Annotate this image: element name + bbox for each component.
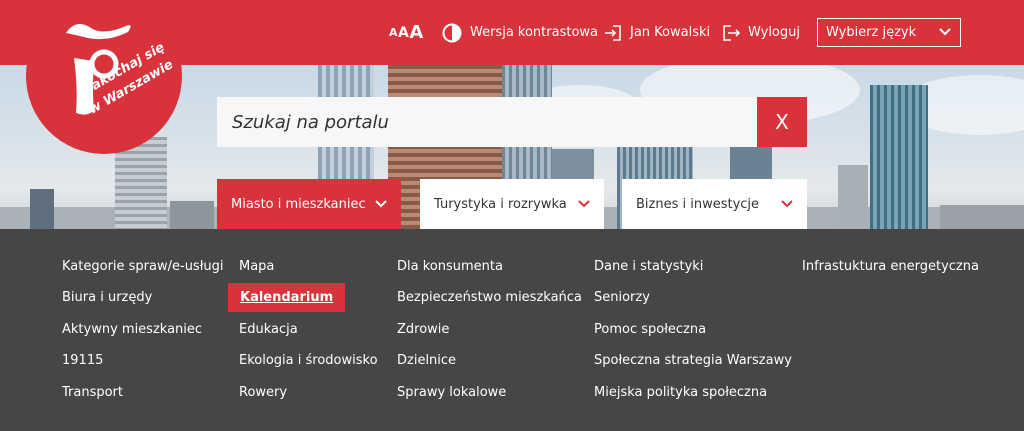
- close-label: X: [775, 110, 789, 134]
- menu-item[interactable]: 19115: [62, 353, 103, 368]
- menu-item[interactable]: Edukacja: [239, 322, 298, 337]
- language-select-label: Wybierz język: [826, 25, 917, 40]
- language-select[interactable]: Wybierz język: [817, 18, 961, 47]
- zakochaj-sie-logo-icon: zakochaj się w Warszawie: [66, 24, 176, 117]
- chevron-down-icon: [939, 25, 951, 40]
- login-icon: [604, 24, 622, 42]
- tab-label: Turystyka i rozrywka: [434, 196, 567, 212]
- logout-icon: [722, 24, 740, 42]
- menu-item[interactable]: Zdrowie: [397, 322, 449, 337]
- contrast-icon: [442, 23, 462, 43]
- search-close-button[interactable]: X: [757, 97, 807, 147]
- menu-item[interactable]: Rowery: [239, 385, 287, 400]
- menu-item[interactable]: Kategorie spraw/e-usługi: [62, 259, 224, 274]
- menu-item[interactable]: Dane i statystyki: [594, 259, 703, 274]
- menu-item[interactable]: Ekologia i środowisko: [239, 353, 378, 368]
- menu-item[interactable]: Mapa: [239, 259, 274, 274]
- menu-item[interactable]: Dzielnice: [397, 353, 456, 368]
- menu-item[interactable]: Społeczna strategia Warszawy: [594, 353, 792, 368]
- logout-label: Wyloguj: [748, 25, 800, 40]
- menu-item[interactable]: Pomoc społeczna: [594, 322, 706, 337]
- tab-turystyka-i-rozrywka[interactable]: Turystyka i rozrywka: [420, 179, 604, 229]
- chevron-down-icon: [781, 197, 793, 212]
- tab-biznes-i-inwestycje[interactable]: Biznes i inwestycje: [622, 179, 807, 229]
- menu-item-active[interactable]: Kalendarium: [228, 283, 346, 312]
- search-input[interactable]: Szukaj na portalu: [217, 97, 757, 147]
- search-placeholder: Szukaj na portalu: [232, 111, 389, 133]
- menu-item[interactable]: Aktywny mieszkaniec: [62, 322, 202, 337]
- tab-label: Biznes i inwestycje: [636, 196, 760, 212]
- user-name: Jan Kowalski: [630, 25, 711, 40]
- chevron-down-icon: [578, 197, 590, 212]
- menu-item[interactable]: Seniorzy: [594, 290, 650, 305]
- tab-miasto-i-mieszkaniec[interactable]: Miasto i mieszkaniec: [217, 179, 401, 229]
- menu-item[interactable]: Miejska polityka społeczna: [594, 385, 767, 400]
- menu-item[interactable]: Biura i urzędy: [62, 290, 152, 305]
- menu-item[interactable]: Infrastuktura energetyczna: [802, 259, 979, 274]
- city-logo[interactable]: zakochaj się w Warszawie: [26, 0, 182, 154]
- menu-item[interactable]: Transport: [62, 385, 123, 400]
- menu-item[interactable]: Sprawy lokalowe: [397, 385, 506, 400]
- contrast-label: Wersja kontrastowa: [470, 25, 599, 40]
- menu-item[interactable]: Bezpieczeństwo mieszkańca: [397, 290, 582, 305]
- mega-menu: Kategorie spraw/e-usługi Biura i urzędy …: [0, 229, 1024, 431]
- contrast-toggle[interactable]: Wersja kontrastowa: [442, 0, 598, 65]
- menu-item[interactable]: Dla konsumenta: [397, 259, 503, 274]
- chevron-down-icon: [375, 197, 387, 212]
- tab-label: Miasto i mieszkaniec: [231, 196, 366, 212]
- logout-link[interactable]: Wyloguj: [722, 0, 800, 65]
- font-size-toggle[interactable]: AAA: [389, 0, 424, 65]
- user-account-link[interactable]: Jan Kowalski: [604, 0, 710, 65]
